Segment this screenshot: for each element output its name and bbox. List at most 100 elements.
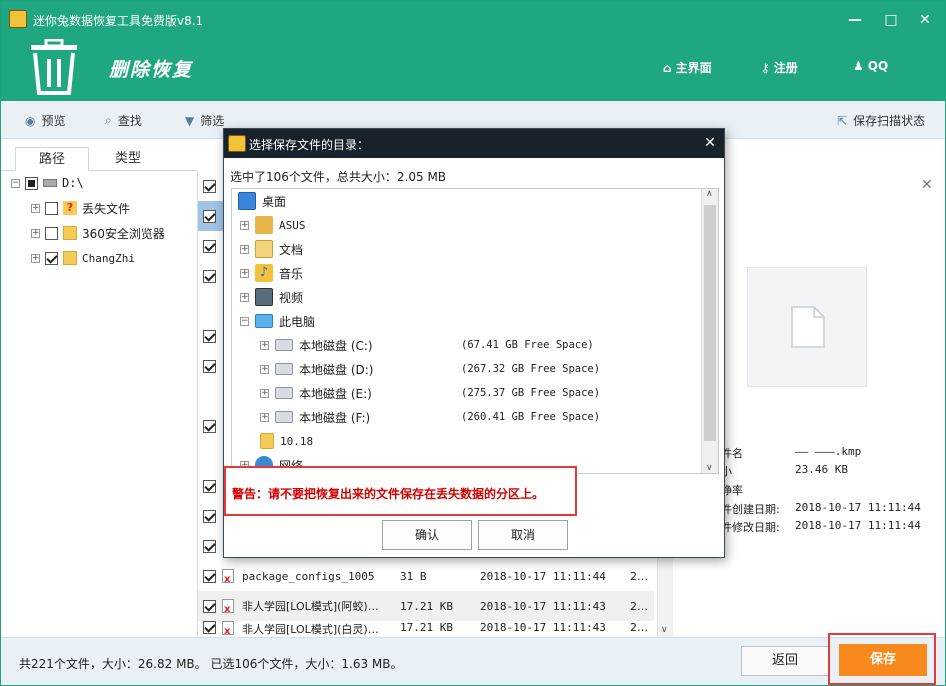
tab-type[interactable]: 类型 (91, 147, 165, 171)
folder-item-music[interactable]: + ♪ 音乐 (240, 262, 303, 284)
scroll-down-icon[interactable]: ∨ (706, 463, 713, 473)
document-icon (791, 306, 825, 348)
tree-item-label: 丢失文件 (82, 201, 131, 216)
close-preview-icon[interactable]: ✕ (921, 177, 933, 193)
folder-item-this-pc[interactable]: − 此电脑 (240, 310, 315, 332)
save-scan-button[interactable]: ⇱ 保存扫描状态 (837, 112, 925, 129)
folder-item-desktop[interactable]: 桌面 (238, 190, 287, 212)
expand-icon[interactable]: + (31, 228, 40, 238)
tree-item-checkbox[interactable] (45, 201, 58, 215)
expand-icon[interactable]: + (31, 253, 40, 263)
table-row[interactable]: 非人学园[LOL模式](白灵)… 17.21 KB 2018-10-17 11:… (198, 621, 654, 637)
expand-icon[interactable]: + (260, 364, 269, 374)
filter-button[interactable]: ▼ 筛选 (185, 112, 224, 129)
expand-icon[interactable]: + (260, 388, 269, 398)
nav-home-label: 主界面 (675, 61, 712, 75)
tree-root[interactable]: − D:\ (11, 172, 84, 194)
scroll-up-icon[interactable]: ∧ (706, 189, 713, 199)
folder-item-videos[interactable]: + 视频 (240, 286, 303, 308)
preview-thumbnail (747, 267, 867, 387)
row-checkbox[interactable] (203, 509, 216, 523)
scroll-thumb[interactable] (704, 205, 716, 441)
drive-item-c[interactable]: + 本地磁盘 (C:) (67.41 GB Free Space) (260, 334, 594, 356)
video-icon (255, 288, 273, 306)
row-checkbox[interactable] (203, 209, 216, 223)
row-checkbox[interactable] (203, 419, 216, 433)
find-button[interactable]: ⌕ 查找 (105, 112, 142, 129)
eye-icon: ◉ (25, 113, 36, 128)
drive-icon (275, 387, 293, 399)
table-row[interactable]: 非人学园[LOL模式](阿蛟)… 17.21 KB 2018-10-17 11:… (198, 591, 654, 621)
dialog-app-icon (228, 135, 246, 152)
folder-item-asus[interactable]: + ASUS (240, 214, 306, 236)
tree-item[interactable]: + ChangZhi (31, 247, 135, 269)
filter-icon: ▼ (185, 113, 195, 128)
row-checkbox[interactable] (203, 569, 216, 583)
folder-icon (63, 226, 77, 240)
warning-box: 警告：请不要把恢复出来的文件保存在丢失数据的分区上。 (224, 466, 577, 516)
nav-register-label: 注册 (773, 61, 798, 75)
expand-icon[interactable]: + (240, 244, 249, 254)
drive-free-space: (275.37 GB Free Space) (461, 387, 601, 399)
file-date: 2018-10-17 11:11:44 (480, 569, 606, 583)
row-checkbox[interactable] (203, 479, 216, 493)
nav-register[interactable]: ⚷ 注册 (761, 59, 798, 76)
expand-icon[interactable]: + (260, 412, 269, 422)
drive-item-d[interactable]: + 本地磁盘 (D:) (267.32 GB Free Space) (260, 358, 600, 380)
collapse-icon[interactable]: − (240, 316, 249, 326)
back-button[interactable]: 返回 (741, 646, 829, 676)
row-checkbox[interactable] (203, 359, 216, 373)
row-checkbox[interactable] (203, 179, 216, 193)
root-checkbox[interactable] (25, 176, 38, 190)
collapse-icon[interactable]: − (11, 178, 20, 188)
tree-item[interactable]: + 360安全浏览器 (31, 222, 165, 244)
expand-icon[interactable]: + (260, 340, 269, 350)
dialog-titlebar: 选择保存文件的目录： ✕ (224, 129, 724, 158)
expand-icon[interactable]: + (240, 292, 249, 302)
table-row[interactable]: package_configs_1005 31 B 2018-10-17 11:… (198, 561, 654, 591)
confirm-button[interactable]: 确认 (382, 520, 472, 550)
folder-item-documents[interactable]: + 文档 (240, 238, 303, 260)
file-date: 2018-10-17 11:11:43 (480, 599, 606, 613)
row-checkbox[interactable] (203, 329, 216, 343)
row-checkbox[interactable] (203, 239, 216, 253)
file-date: 2018-10-17 11:11:43 (480, 621, 606, 634)
preview-button[interactable]: ◉ 预览 (25, 112, 66, 129)
tree-item-label: 360安全浏览器 (82, 226, 165, 241)
drive-item-f[interactable]: + 本地磁盘 (F:) (260.41 GB Free Space) (260, 406, 600, 428)
save-button[interactable]: 保存 (839, 644, 927, 676)
window-title: 迷你兔数据恢复工具免费版v8.1 (33, 14, 204, 28)
expand-icon[interactable]: + (240, 220, 249, 230)
scroll-down-icon[interactable]: ∨ (661, 625, 668, 635)
deleted-file-icon (222, 569, 234, 585)
tab-path[interactable]: 路径 (15, 147, 89, 171)
file-extra: 2… (630, 621, 648, 634)
preview-label: 预览 (41, 114, 66, 128)
row-checkbox[interactable] (203, 539, 216, 553)
tree-item[interactable]: + ? 丢失文件 (31, 197, 130, 219)
expand-icon[interactable]: + (240, 268, 249, 278)
lost-files-icon: ? (63, 201, 77, 215)
nav-home[interactable]: ⌂ 主界面 (663, 59, 712, 76)
close-button[interactable]: ✕ (909, 7, 941, 33)
nav-qq[interactable]: ♟ QQ (853, 59, 888, 73)
folder-tree-scrollbar[interactable]: ∧ ∨ (701, 189, 718, 473)
drive-item-e[interactable]: + 本地磁盘 (E:) (275.37 GB Free Space) (260, 382, 600, 404)
maximize-button[interactable]: □ (875, 7, 907, 33)
row-checkbox[interactable] (203, 269, 216, 283)
dialog-close-icon[interactable]: ✕ (700, 133, 720, 153)
row-checkbox[interactable] (203, 621, 216, 634)
cancel-button[interactable]: 取消 (478, 520, 568, 550)
preview-name-value: —— ———.kmp (795, 445, 862, 458)
preview-created-label: 件创建日期: (721, 503, 780, 516)
tree-item-checkbox[interactable] (45, 251, 58, 265)
drive-icon (275, 411, 293, 423)
status-bar: 共221个文件，大小：26.82 MB。 已选106个文件，大小：1.63 MB… (1, 633, 945, 685)
expand-icon[interactable]: + (31, 203, 40, 213)
tree-item-checkbox[interactable] (45, 226, 58, 240)
file-size: 17.21 KB (400, 599, 453, 613)
row-checkbox[interactable] (203, 599, 216, 613)
folder-tree: 桌面 + ASUS + 文档 + ♪ 音乐 + 视频 − 此电脑 + 本地磁盘 … (231, 188, 719, 474)
minimize-button[interactable]: — (839, 7, 871, 33)
folder-item-10-18[interactable]: 10.18 (260, 430, 313, 452)
